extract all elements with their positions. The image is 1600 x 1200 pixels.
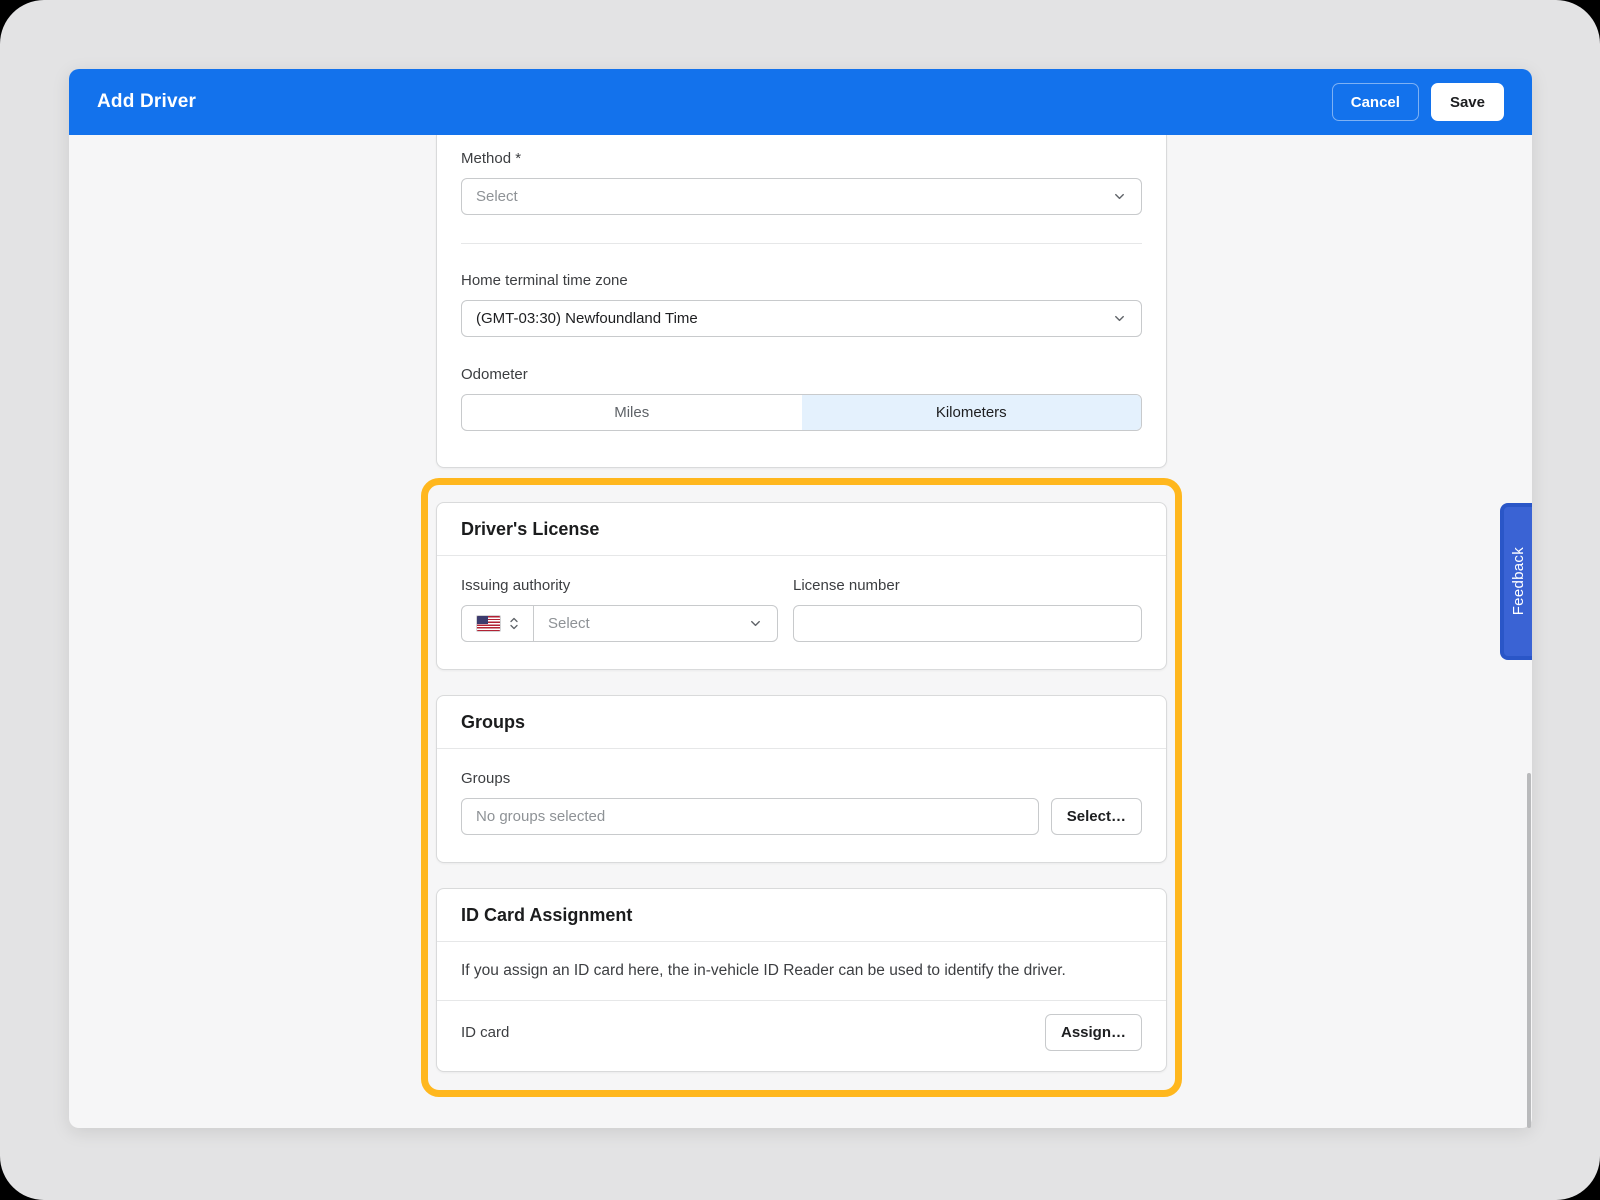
id-card-title: ID Card Assignment — [461, 905, 632, 925]
license-number-label: License number — [793, 577, 1142, 594]
feedback-tab[interactable]: Feedback — [1500, 503, 1532, 660]
groups-card: Groups Groups Select… — [436, 695, 1167, 863]
id-card-label: ID card — [461, 1024, 509, 1041]
odometer-option-miles[interactable]: Miles — [462, 395, 802, 430]
method-select-value: Select — [476, 188, 518, 205]
header-actions: Cancel Save — [1332, 83, 1504, 121]
chevron-down-icon — [1112, 189, 1127, 204]
groups-select-button[interactable]: Select… — [1051, 798, 1142, 835]
issuing-authority-label: Issuing authority — [461, 577, 778, 594]
timezone-label: Home terminal time zone — [461, 272, 1142, 289]
modal-content: Method * Select Home terminal time zone … — [69, 135, 1532, 1128]
odometer-label: Odometer — [461, 366, 1142, 383]
drivers-license-body: Issuing authority — [437, 556, 1166, 669]
id-card-header: ID Card Assignment — [437, 889, 1166, 941]
odometer-option-kilometers[interactable]: Kilometers — [802, 395, 1142, 430]
save-button[interactable]: Save — [1431, 83, 1504, 121]
cancel-button[interactable]: Cancel — [1332, 83, 1419, 121]
drivers-license-header: Driver's License — [437, 503, 1166, 555]
unfold-more-icon — [508, 616, 520, 631]
method-select[interactable]: Select — [461, 178, 1142, 215]
screen: Add Driver Cancel Save Method * Select — [0, 0, 1600, 1200]
page-title: Add Driver — [97, 91, 196, 113]
form-column: Method * Select Home terminal time zone … — [436, 135, 1167, 1097]
vertical-scrollbar[interactable] — [1527, 773, 1531, 1128]
issuing-authority-control: Select — [461, 605, 778, 642]
timezone-select-value: (GMT-03:30) Newfoundland Time — [476, 310, 698, 327]
odometer-toggle: Miles Kilometers — [461, 394, 1142, 431]
chevron-down-icon — [1112, 311, 1127, 326]
license-number-input[interactable] — [793, 605, 1142, 642]
highlighted-section: Driver's License Issuing authority — [421, 478, 1182, 1097]
issuing-authority-select[interactable]: Select — [534, 606, 777, 641]
timezone-select[interactable]: (GMT-03:30) Newfoundland Time — [461, 300, 1142, 337]
us-flag-icon — [476, 615, 501, 632]
drivers-license-title: Driver's License — [461, 519, 599, 539]
country-selector[interactable] — [462, 606, 534, 641]
id-card-description: If you assign an ID card here, the in-ve… — [437, 942, 1166, 1000]
drivers-license-card: Driver's License Issuing authority — [436, 502, 1167, 670]
method-label: Method * — [461, 150, 1142, 167]
chevron-down-icon — [748, 616, 763, 631]
groups-body: Groups Select… — [437, 749, 1166, 862]
add-driver-modal: Add Driver Cancel Save Method * Select — [69, 69, 1532, 1128]
driver-settings-card: Method * Select Home terminal time zone … — [436, 135, 1167, 468]
groups-header: Groups — [437, 696, 1166, 748]
groups-title: Groups — [461, 712, 525, 732]
id-card-assign-button[interactable]: Assign… — [1045, 1014, 1142, 1051]
groups-label: Groups — [461, 770, 1142, 787]
id-card-assignment-card: ID Card Assignment If you assign an ID c… — [436, 888, 1167, 1072]
feedback-tab-label: Feedback — [1510, 547, 1527, 615]
issuing-authority-value: Select — [548, 615, 590, 632]
groups-input[interactable] — [461, 798, 1039, 835]
section-divider — [461, 243, 1142, 244]
modal-header: Add Driver Cancel Save — [69, 69, 1532, 135]
id-card-row: ID card Assign… — [437, 1001, 1166, 1071]
